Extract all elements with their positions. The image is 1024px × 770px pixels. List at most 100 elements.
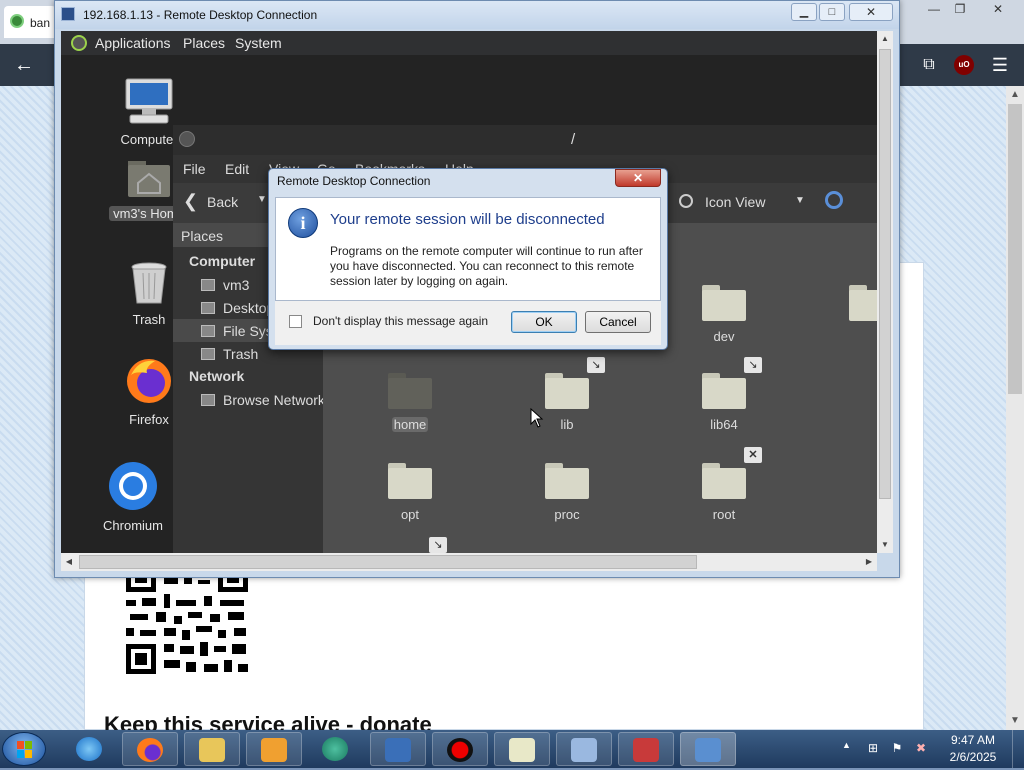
desktop-icon-chromium[interactable]: Chromium <box>93 461 173 533</box>
taskbar-recorder[interactable] <box>432 732 488 766</box>
drive-icon <box>201 325 215 337</box>
folder-icon <box>545 463 589 499</box>
taskbar-internet-explorer[interactable] <box>62 732 118 766</box>
taskbar-firefox[interactable] <box>122 732 178 766</box>
dialog-close-button[interactable]: ✕ <box>615 169 661 187</box>
locked-icon: ✕ <box>744 447 762 463</box>
taskbar-file-explorer[interactable] <box>184 732 240 766</box>
menu-file[interactable]: File <box>183 161 206 177</box>
search-icon[interactable] <box>825 191 843 209</box>
browser-close-button[interactable]: ✕ <box>982 0 1014 18</box>
fm-titlebar[interactable]: / <box>173 125 877 155</box>
menu-edit[interactable]: Edit <box>225 161 249 177</box>
network-tray-icon[interactable]: ⊞ <box>866 741 880 755</box>
gnome-logo-icon <box>71 35 87 51</box>
taskbar-messenger[interactable] <box>308 732 364 766</box>
internet-explorer-icon <box>76 737 102 761</box>
gnome-top-panel: Applications Places System <box>61 31 877 55</box>
sidebar-item-browse-network[interactable]: Browse Network <box>173 388 323 411</box>
extensions-icon[interactable]: ⧉ <box>918 52 940 78</box>
folder-dev[interactable]: dev <box>679 285 769 344</box>
taskbar-remote-desktop[interactable] <box>370 732 426 766</box>
rdp-horizontal-thumb[interactable] <box>79 555 697 569</box>
scroll-up-icon[interactable]: ▲ <box>877 31 893 47</box>
places-menu[interactable]: Places <box>183 35 225 51</box>
browser-tab-label: ban <box>30 16 51 30</box>
scroll-up-icon[interactable]: ▲ <box>1006 86 1024 104</box>
rdp-minimize-button[interactable]: ▁ <box>791 3 817 21</box>
media-player-icon <box>261 738 287 762</box>
symlink-icon: ↘ <box>429 537 447 553</box>
folder-icon <box>545 373 589 409</box>
desktop-icon <box>201 302 215 314</box>
action-center-icon[interactable]: ⚑ <box>890 741 904 755</box>
start-button[interactable] <box>2 732 46 766</box>
symlink-icon: ↘ <box>587 357 605 373</box>
volume-muted-icon[interactable]: ✖ <box>914 741 928 755</box>
dont-show-checkbox[interactable] <box>289 315 302 328</box>
clock-date[interactable]: 2/6/2025 <box>938 750 1008 764</box>
view-mode-icon <box>679 194 693 208</box>
firefox-icon <box>127 359 171 403</box>
show-hidden-icons-icon[interactable]: ▲ <box>842 740 851 750</box>
scroll-down-icon[interactable]: ▼ <box>877 537 893 553</box>
control-panel-icon <box>571 738 597 762</box>
folder-proc[interactable]: proc <box>522 463 612 522</box>
fm-title: / <box>571 131 576 148</box>
back-dropdown-icon[interactable]: ▼ <box>257 194 267 205</box>
taskbar-notepad[interactable] <box>494 732 550 766</box>
applications-menu[interactable]: Applications <box>95 35 171 51</box>
clock-time[interactable]: 9:47 AM <box>938 733 1008 747</box>
show-desktop-button[interactable] <box>1012 730 1024 768</box>
folder-opt[interactable]: opt <box>365 463 455 522</box>
donate-heading: Keep this service alive - donate <box>104 712 432 730</box>
rdp-app-icon <box>61 7 75 21</box>
scroll-left-icon[interactable]: ◀ <box>61 554 77 570</box>
chromium-icon <box>109 462 157 510</box>
computer-icon <box>125 78 173 124</box>
browser-menu-icon[interactable]: ☰ <box>988 52 1012 78</box>
network-icon <box>201 394 215 406</box>
back-arrow-icon[interactable]: ❮ <box>183 191 198 212</box>
dont-show-label[interactable]: Don't display this message again <box>313 314 488 328</box>
folder-lib64[interactable]: lib64 <box>679 373 769 432</box>
folder-partial[interactable] <box>827 285 877 321</box>
taskbar-rdp-connection[interactable] <box>680 732 736 766</box>
view-dropdown-icon[interactable]: ▼ <box>795 195 805 206</box>
browser-back-icon[interactable]: ← <box>10 52 38 78</box>
folder-icon <box>702 285 746 321</box>
tab-favicon-icon <box>10 14 24 28</box>
browser-maximize-button[interactable]: ❐ <box>944 0 976 18</box>
scroll-down-icon[interactable]: ▼ <box>1006 712 1024 730</box>
system-menu[interactable]: System <box>235 35 282 51</box>
page-scrollbar-thumb[interactable] <box>1008 104 1022 394</box>
rdp-maximize-button[interactable]: □ <box>819 3 845 21</box>
record-icon <box>447 738 473 762</box>
remote-desktop-icon <box>385 738 411 762</box>
folder-icon <box>702 373 746 409</box>
taskbar-toolbox[interactable] <box>618 732 674 766</box>
cancel-button[interactable]: Cancel <box>585 311 651 333</box>
rdp-close-button[interactable]: ✕ <box>849 3 893 21</box>
notepad-icon <box>509 738 535 762</box>
ublock-icon[interactable]: uO <box>954 55 974 75</box>
taskbar-control-panel[interactable] <box>556 732 612 766</box>
view-mode-select[interactable]: Icon View <box>705 194 765 210</box>
taskbar-media-player[interactable] <box>246 732 302 766</box>
dialog-body: i Your remote session will be disconnect… <box>275 197 661 301</box>
dialog-title: Remote Desktop Connection <box>277 174 431 188</box>
firefox-icon <box>137 738 163 762</box>
folder-home[interactable]: home <box>365 373 455 432</box>
toolbox-icon <box>633 738 659 762</box>
rdp-vertical-thumb[interactable] <box>879 49 891 499</box>
disconnect-dialog: Remote Desktop Connection ✕ i Your remot… <box>268 168 668 350</box>
info-icon: i <box>288 208 318 238</box>
back-button[interactable]: Back <box>207 194 238 210</box>
folder-root[interactable]: root <box>679 463 769 522</box>
fm-close-icon[interactable] <box>179 131 195 147</box>
desktop-icon-label: Chromium <box>103 518 163 533</box>
home-icon <box>201 279 215 291</box>
remote-desktop-connection-icon <box>695 738 721 762</box>
ok-button[interactable]: OK <box>511 311 577 333</box>
scroll-right-icon[interactable]: ▶ <box>861 554 877 570</box>
